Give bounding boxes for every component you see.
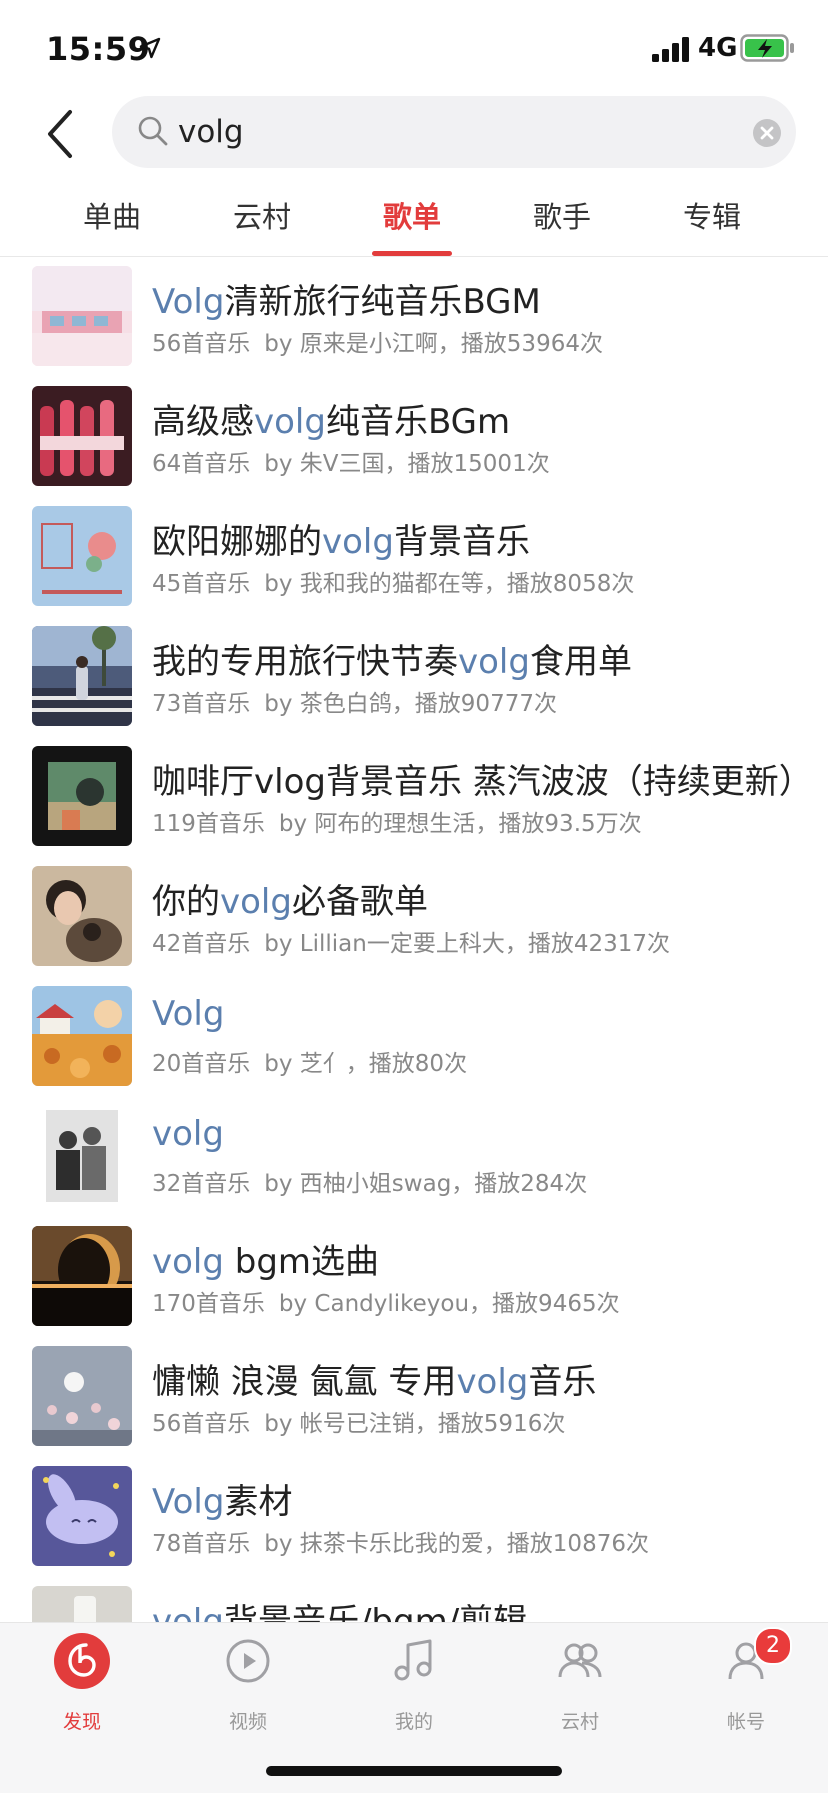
playlist-cover	[32, 1466, 132, 1566]
playlist-meta: 32首音乐 by 西柚小姐swag，播放284次	[152, 1171, 588, 1197]
search-icon	[138, 116, 168, 146]
playlist-title: 高级感volg纯音乐BGm	[152, 402, 511, 442]
search-input[interactable]	[178, 108, 698, 156]
playlist-cover	[32, 746, 132, 846]
playlist-title: volg bgm选曲	[152, 1242, 380, 1282]
tabbar-label: 我的	[394, 1711, 433, 1733]
playlist-item[interactable]: Volg清新旅行纯音乐BGM 56首音乐 by 原来是小江啊，播放53964次	[0, 256, 828, 376]
music-note-icon	[394, 1639, 432, 1681]
playlist-meta: 56首音乐 by 帐号已注销，播放5916次	[152, 1411, 566, 1437]
playlist-meta: 20首音乐 by 芝亻，播放80次	[152, 1051, 468, 1077]
playlist-title: 慵懒 浪漫 氤氲 专用volg音乐	[152, 1362, 597, 1402]
tab-playlists[interactable]: 歌单	[337, 182, 487, 256]
playlist-title: Volg	[152, 994, 225, 1034]
tabbar-community[interactable]: 云村	[520, 1633, 640, 1743]
playlist-title: 你的volg必备歌单	[152, 882, 428, 922]
playlist-meta: 64首音乐 by 朱Ⅴ三国，播放15001次	[152, 451, 550, 477]
playlist-item[interactable]: 欧阳娜娜的volg背景音乐 45首音乐 by 我和我的猫都在等，播放8058次	[0, 496, 828, 616]
playlist-item[interactable]: Volg素材 78首音乐 by 抹茶卡乐比我的爱，播放10876次	[0, 1456, 828, 1576]
community-icon	[558, 1643, 602, 1678]
playlist-meta: 45首音乐 by 我和我的猫都在等，播放8058次	[152, 571, 635, 597]
tab-artists[interactable]: 歌手	[487, 182, 637, 256]
clear-search-icon[interactable]	[752, 118, 782, 148]
video-icon	[226, 1639, 270, 1683]
notification-badge: 2	[754, 1627, 792, 1665]
status-bar: 15:59 4G	[0, 0, 828, 96]
tabbar-video[interactable]: 视频	[188, 1633, 308, 1743]
playlist-title: volg	[152, 1114, 224, 1154]
playlist-item[interactable]: Volg 20首音乐 by 芝亻，播放80次	[0, 976, 828, 1096]
playlist-meta: 42首音乐 by Lillian一定要上科大，播放42317次	[152, 931, 671, 957]
tab-albums[interactable]: 专辑	[637, 182, 787, 256]
playlist-cover	[32, 626, 132, 726]
battery-charging-icon	[740, 34, 794, 62]
playlist-title: 我的专用旅行快节奏volg食用单	[152, 642, 632, 682]
playlist-item[interactable]: volg bgm选曲 170首音乐 by Candylikeyou，播放9465次	[0, 1216, 828, 1336]
playlist-item[interactable]: volg 32首音乐 by 西柚小姐swag，播放284次	[0, 1096, 828, 1216]
tabbar-label: 视频	[228, 1711, 267, 1733]
back-button[interactable]	[38, 104, 88, 164]
status-time: 15:59	[46, 30, 151, 68]
playlist-item[interactable]: 咖啡厅vlog背景音乐 蒸汽波波（持续更新） 119首音乐 by 阿布的理想生活，…	[0, 736, 828, 856]
playlist-item[interactable]: 你的volg必备歌单 42首音乐 by Lillian一定要上科大，播放42317…	[0, 856, 828, 976]
playlist-cover	[32, 266, 132, 366]
playlist-title: Volg素材	[152, 1482, 293, 1522]
playlist-meta: 119首音乐 by 阿布的理想生活，播放93.5万次	[152, 811, 642, 837]
playlist-item[interactable]: 高级感volg纯音乐BGm 64首音乐 by 朱Ⅴ三国，播放15001次	[0, 376, 828, 496]
tabbar-label: 发现	[62, 1711, 101, 1733]
playlist-title: Volg清新旅行纯音乐BGM	[152, 282, 541, 322]
cellular-signal-icon	[652, 37, 689, 62]
tab-songs[interactable]: 单曲	[37, 182, 187, 256]
playlist-meta: 170首音乐 by Candylikeyou，播放9465次	[152, 1291, 620, 1317]
playlist-cover	[32, 1106, 132, 1206]
playlist-item[interactable]: 我的专用旅行快节奏volg食用单 73首音乐 by 茶色白鸽，播放90777次	[0, 616, 828, 736]
tabbar-label: 帐号	[726, 1711, 765, 1733]
tabbar-mine[interactable]: 我的	[354, 1633, 474, 1743]
playlist-meta: 56首音乐 by 原来是小江啊，播放53964次	[152, 331, 603, 357]
playlist-title: 咖啡厅vlog背景音乐 蒸汽波波（持续更新）	[152, 762, 813, 802]
tabbar-account[interactable]: 2 帐号	[686, 1627, 806, 1743]
discover-icon	[54, 1633, 110, 1689]
playlist-title: 欧阳娜娜的volg背景音乐	[152, 522, 530, 562]
playlist-cover	[32, 506, 132, 606]
playlist-cover	[32, 386, 132, 486]
playlist-cover	[32, 1346, 132, 1446]
tabbar-label: 云村	[560, 1711, 599, 1733]
search-bar[interactable]	[112, 96, 796, 168]
playlist-cover	[32, 986, 132, 1086]
playlist-cover	[32, 1226, 132, 1326]
playlist-meta: 73首音乐 by 茶色白鸽，播放90777次	[152, 691, 557, 717]
playlist-meta: 78首音乐 by 抹茶卡乐比我的爱，播放10876次	[152, 1531, 649, 1557]
playlist-cover	[32, 866, 132, 966]
search-category-tabs: 单曲 云村 歌单 歌手 专辑	[0, 182, 828, 257]
tab-community[interactable]: 云村	[187, 182, 337, 256]
tabbar-discover[interactable]: 发现	[22, 1633, 142, 1743]
playlist-item[interactable]: 慵懒 浪漫 氤氲 专用volg音乐 56首音乐 by 帐号已注销，播放5916次	[0, 1336, 828, 1456]
location-arrow-icon	[139, 37, 161, 59]
network-type: 4G	[698, 33, 738, 63]
home-indicator	[266, 1766, 562, 1776]
